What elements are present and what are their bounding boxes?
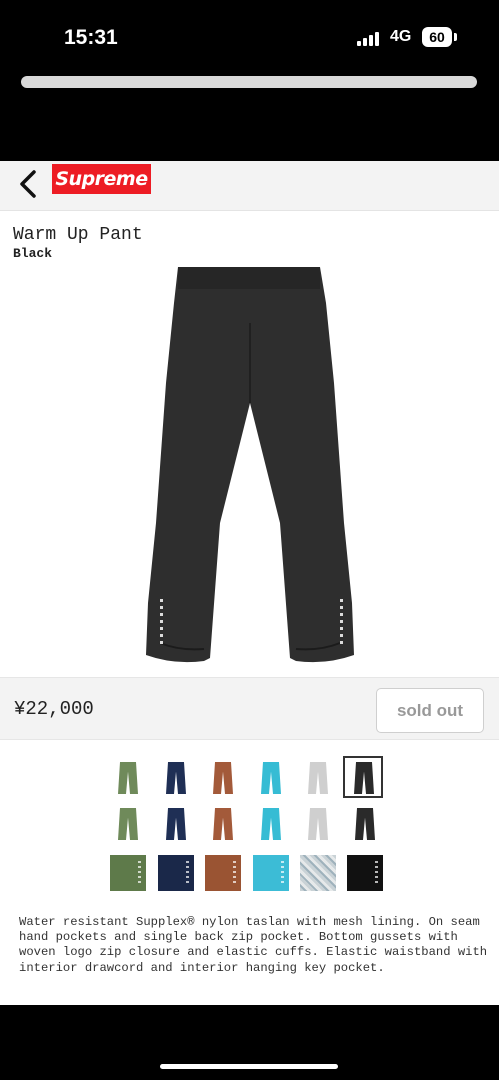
pant-grey-icon xyxy=(308,762,328,794)
fabric-black-icon xyxy=(347,855,383,891)
brand-logo[interactable]: Supreme xyxy=(52,164,151,194)
swatch-navy-detail[interactable] xyxy=(158,855,198,897)
swatch-navy-front[interactable] xyxy=(156,757,196,799)
sold-out-button[interactable]: sold out xyxy=(376,688,484,733)
swatch-cyan-detail[interactable] xyxy=(253,855,293,897)
pant-navy-icon xyxy=(166,808,186,840)
status-bar: 15:31 4G 60 xyxy=(0,0,499,75)
signal-icon xyxy=(357,30,383,46)
swatch-navy-back[interactable] xyxy=(156,803,196,845)
swatch-brown-front[interactable] xyxy=(203,757,243,799)
product-page: Supreme Warm Up Pant Black ¥22,000 sold … xyxy=(0,161,499,1005)
swatch-olive-back[interactable] xyxy=(108,803,148,845)
swatch-cyan-back[interactable] xyxy=(251,803,291,845)
pant-black-icon xyxy=(355,808,375,840)
pant-grey-icon xyxy=(308,808,328,840)
pant-navy-icon xyxy=(166,762,186,794)
battery-tip xyxy=(454,33,457,41)
price-bar: ¥22,000 sold out xyxy=(0,677,499,740)
swatch-olive-front[interactable] xyxy=(108,757,148,799)
pant-brown-icon xyxy=(213,808,233,840)
swatch-grey-back[interactable] xyxy=(298,803,338,845)
pant-cyan-icon xyxy=(261,762,281,794)
swatch-black-back[interactable] xyxy=(345,803,385,845)
swatch-brown-detail[interactable] xyxy=(205,855,245,897)
fabric-brown-icon xyxy=(205,855,241,891)
pant-brown-icon xyxy=(213,762,233,794)
top-nav: Supreme xyxy=(0,161,499,211)
battery-icon: 60 xyxy=(422,27,452,47)
pant-olive-icon xyxy=(118,808,138,840)
pant-black-icon xyxy=(354,762,374,794)
network-label: 4G xyxy=(390,28,412,45)
fabric-grey-icon xyxy=(300,855,336,891)
fabric-navy-icon xyxy=(158,855,194,891)
fabric-olive-icon xyxy=(110,855,146,891)
status-time: 15:31 xyxy=(64,26,118,49)
swatch-grey-detail[interactable] xyxy=(300,855,340,897)
sheet-grabber[interactable] xyxy=(21,76,477,88)
product-image xyxy=(146,267,354,663)
swatch-brown-back[interactable] xyxy=(203,803,243,845)
product-color: Black xyxy=(13,246,53,261)
fabric-cyan-icon xyxy=(253,855,289,891)
swatch-black-detail[interactable] xyxy=(347,855,387,897)
product-description: Water resistant Supplex® nylon taslan wi… xyxy=(19,915,488,975)
product-price: ¥22,000 xyxy=(14,698,94,720)
pant-olive-icon xyxy=(118,762,138,794)
product-title: Warm Up Pant xyxy=(13,225,143,245)
back-chevron-icon[interactable] xyxy=(14,167,44,201)
home-indicator[interactable] xyxy=(160,1064,338,1069)
swatch-olive-detail[interactable] xyxy=(110,855,150,897)
pant-cyan-icon xyxy=(261,808,281,840)
swatch-cyan-front[interactable] xyxy=(251,757,291,799)
swatch-grey-front[interactable] xyxy=(298,757,338,799)
swatch-black-front[interactable] xyxy=(343,756,383,798)
